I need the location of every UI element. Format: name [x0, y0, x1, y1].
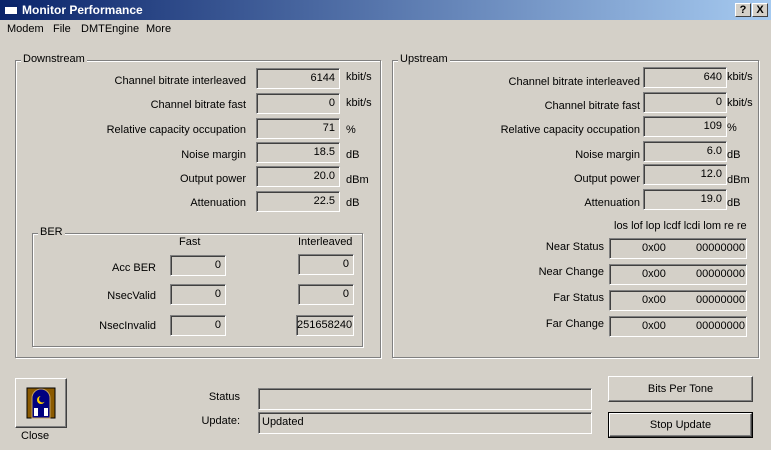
us-label-attenuation: Attenuation — [584, 197, 640, 209]
us-near-status-hex: 0x00 — [642, 242, 666, 254]
ds-value-bitrate-interleaved: 6144 — [256, 68, 340, 89]
ber-acc-fast: 0 — [170, 255, 226, 276]
ds-label-noise-margin: Noise margin — [181, 149, 246, 161]
ds-label-capacity: Relative capacity occupation — [106, 124, 246, 136]
menu-bar: Modem File DMTEngine More — [0, 20, 771, 40]
us-label-bitrate-interleaved: Channel bitrate interleaved — [508, 76, 640, 88]
ber-col-fast: Fast — [179, 236, 201, 248]
bits-per-tone-button[interactable]: Bits Per Tone — [608, 376, 753, 402]
ds-label-output-power: Output power — [179, 173, 246, 185]
us-unit-output-power: dBm — [727, 174, 750, 186]
us-value-attenuation: 19.0 — [643, 189, 727, 210]
menu-more[interactable]: More — [146, 23, 171, 35]
ds-label-bitrate-interleaved: Channel bitrate interleaved — [114, 75, 246, 87]
us-unit-bitrate-fast: kbit/s — [727, 97, 753, 109]
ber-label-nsecvalid: NsecValid — [107, 290, 156, 302]
close-window-button[interactable]: X — [752, 3, 768, 17]
us-far-status-hex: 0x00 — [642, 294, 666, 306]
ds-unit-attenuation: dB — [346, 197, 360, 209]
us-label-near-status: Near Status — [545, 241, 604, 253]
us-label-far-change: Far Change — [545, 318, 604, 330]
us-value-capacity: 109 — [643, 116, 727, 137]
ber-col-interleaved: Interleaved — [298, 236, 353, 248]
ber-title: BER — [38, 226, 65, 238]
us-near-change-hex: 0x00 — [642, 268, 666, 280]
menu-dmtengine[interactable]: DMTEngine — [81, 23, 139, 35]
ber-label-acc: Acc BER — [111, 262, 156, 274]
ber-nsecinvalid-fast: 0 — [170, 315, 226, 336]
menu-file[interactable]: File — [53, 23, 71, 35]
close-button[interactable] — [15, 378, 67, 428]
us-flags-header: los lof lop lcdf lcdi lom re re — [614, 220, 747, 232]
ds-value-bitrate-fast: 0 — [256, 93, 340, 114]
us-label-capacity: Relative capacity occupation — [500, 124, 640, 136]
ds-unit-bitrate-interleaved: kbit/s — [346, 71, 372, 83]
us-unit-bitrate-interleaved: kbit/s — [727, 71, 753, 83]
us-label-near-change: Near Change — [538, 266, 604, 278]
door-icon — [26, 387, 56, 419]
us-label-far-status: Far Status — [553, 292, 604, 304]
us-value-output-power: 12.0 — [643, 164, 727, 185]
ds-value-attenuation: 22.5 — [256, 191, 340, 212]
ds-unit-noise-margin: dB — [346, 149, 360, 161]
us-label-output-power: Output power — [573, 173, 640, 185]
us-value-bitrate-interleaved: 640 — [643, 67, 727, 88]
ber-nsecvalid-fast: 0 — [170, 284, 226, 305]
downstream-title: Downstream — [21, 53, 87, 65]
update-field: Updated — [258, 412, 592, 434]
ber-acc-interleaved: 0 — [298, 254, 354, 275]
upstream-title: Upstream — [398, 53, 450, 65]
ds-value-output-power: 20.0 — [256, 166, 340, 187]
us-far-change-bits: 00000000 — [696, 320, 745, 332]
us-unit-noise-margin: dB — [727, 149, 741, 161]
ber-nsecinvalid-interleaved: 251658240 — [296, 315, 354, 336]
ber-nsecvalid-interleaved: 0 — [298, 284, 354, 305]
us-near-status-bits: 00000000 — [696, 242, 745, 254]
stop-update-button[interactable]: Stop Update — [608, 412, 753, 438]
us-label-bitrate-fast: Channel bitrate fast — [544, 100, 640, 112]
us-far-status-field: 0x00 00000000 — [609, 290, 747, 311]
status-field — [258, 388, 592, 410]
help-button[interactable]: ? — [735, 3, 751, 17]
title-bar: Monitor Performance ? X — [0, 0, 771, 20]
us-unit-capacity: % — [727, 122, 737, 134]
close-label: Close — [21, 430, 50, 442]
ber-label-nsecinvalid: NsecInvalid — [99, 320, 156, 332]
ds-unit-capacity: % — [346, 124, 356, 136]
ds-unit-bitrate-fast: kbit/s — [346, 97, 372, 109]
ds-value-capacity: 71 — [256, 118, 340, 139]
us-far-status-bits: 00000000 — [696, 294, 745, 306]
status-label: Status — [208, 391, 240, 403]
menu-modem[interactable]: Modem — [7, 23, 44, 35]
us-far-change-field: 0x00 00000000 — [609, 316, 747, 337]
update-label: Update: — [201, 415, 240, 427]
us-unit-attenuation: dB — [727, 197, 741, 209]
ds-unit-output-power: dBm — [346, 174, 369, 186]
us-near-change-field: 0x00 00000000 — [609, 264, 747, 285]
us-near-change-bits: 00000000 — [696, 268, 745, 280]
ds-label-bitrate-fast: Channel bitrate fast — [150, 99, 246, 111]
window-icon-bar — [4, 4, 18, 7]
window-title: Monitor Performance — [22, 3, 143, 17]
us-far-change-hex: 0x00 — [642, 320, 666, 332]
us-value-bitrate-fast: 0 — [643, 92, 727, 113]
us-label-noise-margin: Noise margin — [575, 149, 640, 161]
ds-label-attenuation: Attenuation — [190, 197, 246, 209]
us-value-noise-margin: 6.0 — [643, 141, 727, 162]
us-near-status-field: 0x00 00000000 — [609, 238, 747, 259]
ds-value-noise-margin: 18.5 — [256, 142, 340, 163]
